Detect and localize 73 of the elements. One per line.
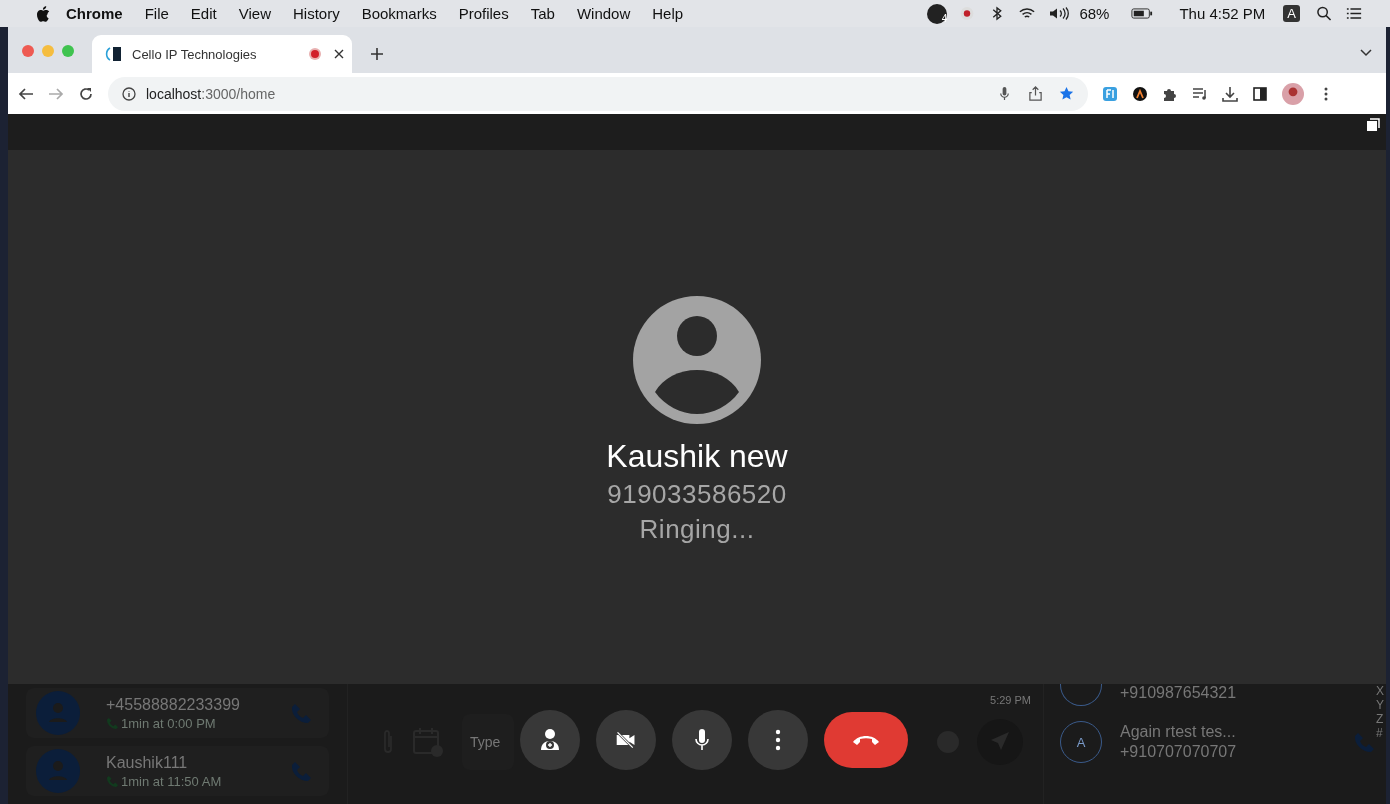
back-arrow-icon[interactable] [18,85,34,102]
extension-icon[interactable] [1132,85,1148,102]
call-status: Ringing... [639,513,755,545]
menu-item[interactable]: Profiles [458,5,509,22]
menu-item[interactable]: File [144,5,169,22]
menu-item[interactable]: Bookmarks [361,5,437,22]
contact-name: +45588882233399 [106,695,241,714]
alphabet-index-letter[interactable]: X [1376,684,1384,698]
browser-tab[interactable]: Cello IP Technologies [92,35,352,73]
message-time: 5:29 PM [990,694,1031,706]
site-logo-icon [104,45,124,63]
call-log-icon [106,716,119,730]
close-icon[interactable] [334,49,344,59]
contact-card[interactable]: +45588882233399 1min at 0:00 PM [26,688,329,738]
url-path: :3000/home [201,85,276,102]
contact-name: Again rtest tes... [1120,723,1237,741]
recording-indicator-icon [308,47,322,61]
message-placeholder: Type [470,734,501,750]
hang-up-icon [852,734,880,746]
contact-card[interactable]: Kaushik111 1min at 11:50 AM [26,746,329,796]
volume-icon[interactable] [1049,6,1072,21]
contact-row[interactable]: +910987654321 [1060,684,1374,714]
menu-item[interactable]: Window [576,5,631,22]
person-add-icon [539,728,561,752]
menu-item[interactable]: Help [652,5,684,22]
tab-title: Cello IP Technologies [132,46,258,62]
user-avatar-icon [36,691,80,735]
call-log-icon [106,774,119,788]
record-icon[interactable] [959,6,976,21]
menu-item[interactable]: History [292,5,340,22]
alphabet-index-letter[interactable]: # [1376,726,1384,740]
notification-badge[interactable]: 4 [927,3,948,24]
alphabet-index-letter[interactable]: Z [1376,712,1384,726]
share-icon[interactable] [1028,86,1043,101]
microphone-icon[interactable] [997,86,1012,101]
menu-item[interactable]: View [238,5,271,22]
menu-item[interactable]: Edit [190,5,217,22]
address-bar[interactable]: localhost:3000/home [108,76,1088,111]
profile-avatar-icon[interactable] [1282,82,1304,105]
input-source-indicator[interactable]: A [1283,5,1300,22]
call-detail: 1min at 11:50 AM [121,773,222,789]
reload-icon[interactable] [78,85,94,102]
search-icon[interactable] [1316,6,1332,21]
menu-item[interactable]: Tab [530,5,555,22]
battery-icon[interactable] [1131,6,1154,21]
chevron-down-icon[interactable] [1360,49,1372,57]
info-icon[interactable] [122,86,136,101]
more-vertical-icon [775,729,781,751]
call-detail: 1min at 0:00 PM [121,715,216,731]
caller-name: Kaushik new [606,437,788,475]
window-icon [1366,118,1380,132]
download-icon[interactable] [1222,85,1238,102]
alphabet-index-letter[interactable]: Y [1376,698,1384,712]
contact-number: +910707070707 [1120,743,1238,761]
battery-percentage: 68% [1079,5,1110,22]
url-host: localhost [146,85,202,102]
menu-app-name[interactable]: Chrome [66,5,123,22]
avatar-silhouette-icon [633,295,761,424]
apple-logo-icon[interactable] [36,5,50,22]
control-center-icon[interactable] [1346,6,1362,21]
close-window-button[interactable] [22,45,34,57]
contact-initial-avatar [1060,684,1102,706]
contact-row[interactable]: A Again rtest tes... +910707070707 [1060,714,1374,770]
caller-number: 919033586520 [607,478,787,510]
reading-list-icon[interactable] [1192,85,1208,102]
bookmark-star-icon[interactable] [1059,86,1074,101]
contact-number: +910987654321 [1120,684,1238,702]
contact-name: Kaushik111 [106,753,189,772]
menubar-clock[interactable]: Thu 4:52 PM [1179,5,1266,22]
user-avatar-icon [36,749,80,793]
end-call-button[interactable] [824,712,908,768]
new-tab-icon[interactable] [370,47,384,61]
side-panel-icon[interactable] [1252,85,1268,102]
